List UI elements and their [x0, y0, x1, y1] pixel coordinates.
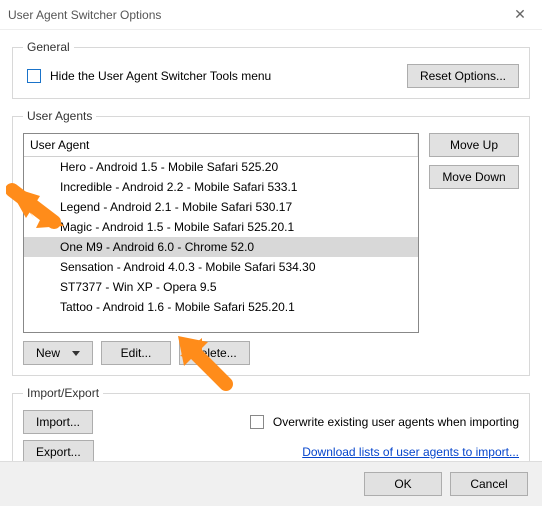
- hide-tools-checkbox-row[interactable]: Hide the User Agent Switcher Tools menu: [23, 66, 271, 86]
- new-button[interactable]: New: [23, 341, 93, 365]
- list-item[interactable]: Sensation - Android 4.0.3 - Mobile Safar…: [24, 257, 418, 277]
- chevron-down-icon: [72, 351, 80, 356]
- import-export-legend: Import/Export: [23, 386, 103, 400]
- overwrite-checkbox[interactable]: [250, 415, 264, 429]
- list-item[interactable]: Hero - Android 1.5 - Mobile Safari 525.2…: [24, 157, 418, 177]
- download-lists-link[interactable]: Download lists of user agents to import.…: [302, 445, 519, 459]
- dialog-footer: OK Cancel: [0, 461, 542, 506]
- user-agents-group: User Agents User Agent Hero - Android 1.…: [12, 109, 530, 376]
- import-button[interactable]: Import...: [23, 410, 93, 434]
- user-agent-column-header[interactable]: User Agent: [24, 134, 418, 157]
- list-item[interactable]: ST7377 - Win XP - Opera 9.5: [24, 277, 418, 297]
- close-button[interactable]: ✕: [498, 0, 542, 30]
- user-agent-listbox[interactable]: User Agent Hero - Android 1.5 - Mobile S…: [23, 133, 419, 333]
- reset-options-button[interactable]: Reset Options...: [407, 64, 519, 88]
- move-up-button[interactable]: Move Up: [429, 133, 519, 157]
- new-button-label: New: [36, 346, 60, 360]
- general-group: General Hide the User Agent Switcher Too…: [12, 40, 530, 99]
- ok-button[interactable]: OK: [364, 472, 442, 496]
- hide-tools-checkbox[interactable]: [27, 69, 41, 83]
- user-agents-legend: User Agents: [23, 109, 96, 123]
- window-title: User Agent Switcher Options: [8, 8, 161, 22]
- general-legend: General: [23, 40, 74, 54]
- list-item[interactable]: Magic - Android 1.5 - Mobile Safari 525.…: [24, 217, 418, 237]
- cancel-button[interactable]: Cancel: [450, 472, 528, 496]
- overwrite-label: Overwrite existing user agents when impo…: [273, 415, 519, 429]
- edit-button[interactable]: Edit...: [101, 341, 171, 365]
- user-agent-list-scroll[interactable]: Hero - Android 1.5 - Mobile Safari 525.2…: [24, 157, 418, 332]
- hide-tools-label: Hide the User Agent Switcher Tools menu: [50, 69, 271, 83]
- move-down-button[interactable]: Move Down: [429, 165, 519, 189]
- delete-button[interactable]: Delete...: [179, 341, 250, 365]
- list-item[interactable]: Legend - Android 2.1 - Mobile Safari 530…: [24, 197, 418, 217]
- overwrite-checkbox-row[interactable]: Overwrite existing user agents when impo…: [246, 412, 519, 432]
- list-item[interactable]: Incredible - Android 2.2 - Mobile Safari…: [24, 177, 418, 197]
- list-item[interactable]: Tattoo - Android 1.6 - Mobile Safari 525…: [24, 297, 418, 317]
- titlebar: User Agent Switcher Options ✕: [0, 0, 542, 30]
- close-icon: ✕: [514, 6, 526, 23]
- list-item[interactable]: One M9 - Android 6.0 - Chrome 52.0: [24, 237, 418, 257]
